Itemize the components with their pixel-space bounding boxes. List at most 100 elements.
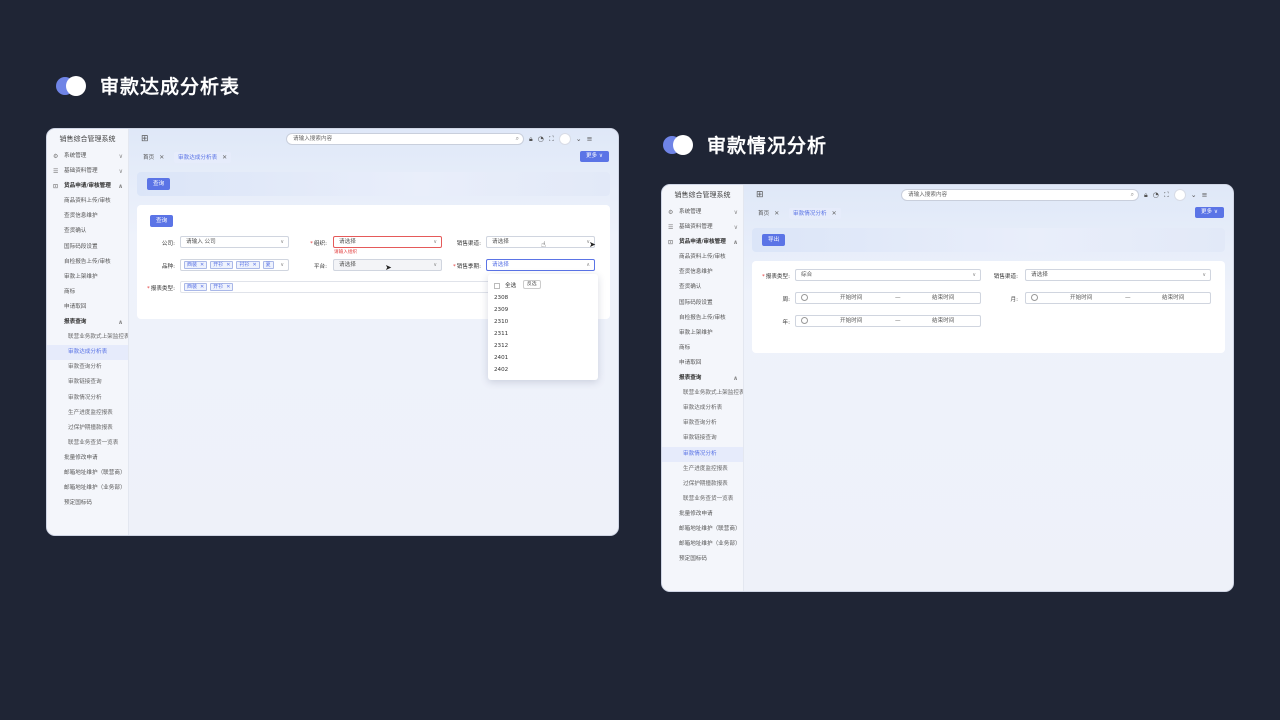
org-select[interactable]: 请选择 ∨ [333,236,442,248]
company-select[interactable]: 请输入 公司 ∨ [180,236,289,248]
bell-icon[interactable]: ◔ [1153,191,1159,199]
apps-grid-icon[interactable]: ⊞ [141,134,149,144]
dropdown-option[interactable]: 2309 [494,307,508,313]
sidebar-item[interactable]: 批量修改申请 [662,507,743,522]
sidebar-item[interactable]: 查货信息维护 [662,265,743,280]
sidebar-item[interactable]: ☰ 基础资料管理 ∨ [47,164,128,179]
sidebar-item[interactable]: 过保护期撞款报表 [47,421,128,436]
sidebar-item[interactable]: 国际码段设置 [47,240,128,255]
sidebar-item[interactable]: ☰ 基础资料管理 ∨ [662,220,743,235]
avatar[interactable] [1173,189,1186,201]
sidebar-item[interactable]: 联营业务款式上架监控表 [47,330,128,345]
search-icon[interactable]: ⌕ [516,134,519,144]
tab-home[interactable]: 首页 ✕ [139,152,168,163]
close-icon[interactable]: ✕ [832,210,837,217]
dropdown-option[interactable]: 2311 [494,331,508,337]
sidebar-item[interactable]: 自检报告上传/审核 [662,311,743,326]
sidebar-item[interactable]: 邮箱地址维护（业务部） [662,537,743,552]
channel-select[interactable]: 请选择 ∨ [1025,269,1211,281]
fullscreen-icon[interactable]: ⛶ [1164,191,1169,200]
dropdown-option[interactable]: 2401 [494,355,508,361]
more-button[interactable]: 更多 ∨ [579,151,609,162]
sidebar-item[interactable]: 查货确认 [47,224,128,239]
close-icon[interactable]: ✕ [774,210,779,217]
sidebar-item[interactable]: 国际码段设置 [662,296,743,311]
fullscreen-icon[interactable]: ⛶ [549,135,554,144]
sidebar-item[interactable]: 审款情况分析 [47,391,128,406]
sidebar-item[interactable]: 审款链接查询 [662,431,743,446]
apps-grid-icon[interactable]: ⊞ [756,190,764,200]
invert-button[interactable]: 反选 [523,280,541,289]
close-icon[interactable]: ✕ [200,284,204,290]
season-select[interactable]: 请选择 ∧ [486,259,595,271]
select-all-option[interactable]: 全选 [494,281,516,289]
sidebar-item[interactable]: 审款链接查询 [47,375,128,390]
sidebar-item[interactable]: 邮箱地址维护（业务部） [47,481,128,496]
sidebar-item[interactable]: ⊡ 货品申请/审核管理 ∧ [47,179,128,194]
lock-icon[interactable]: 🔒︎ [1144,191,1148,200]
tab-active[interactable]: 审款情况分析 ✕ [789,208,841,219]
sidebar-item[interactable]: 联营业务查货一览表 [47,436,128,451]
year-date-range[interactable]: 开始时间 — 结束时间 [795,315,981,327]
sidebar-item[interactable]: 审款上架维护 [662,326,743,341]
search-icon[interactable]: ⌕ [1131,190,1134,200]
sidebar-item[interactable]: 查货信息维护 [47,209,128,224]
report-type-select[interactable]: 综合 ∨ [795,269,981,281]
menu-icon[interactable]: ≡ [1202,191,1208,199]
dropdown-option[interactable]: 2308 [494,295,508,301]
sidebar-item[interactable]: 申请取回 [662,356,743,371]
checkbox[interactable] [494,282,500,289]
more-button[interactable]: 更多 ∨ [1194,207,1224,218]
dropdown-option[interactable]: 2312 [494,343,508,349]
sidebar-item[interactable]: 预定国标码 [662,552,743,567]
sidebar-item[interactable]: 联营业务查货一览表 [662,492,743,507]
sidebar-item[interactable]: 预定国标码 [47,496,128,511]
sidebar-item[interactable]: 商品资料上传/审核 [47,194,128,209]
sidebar-item[interactable]: 报表查询 ∧ [47,315,128,330]
sidebar-item[interactable]: ⚙ 系统管理 ∨ [662,205,743,220]
sidebar-item[interactable]: 查货确认 [662,280,743,295]
menu-icon[interactable]: ≡ [587,135,593,143]
inner-query-button[interactable]: 查询 [150,215,174,227]
sidebar-item[interactable]: 联营业务款式上架监控表 [662,386,743,401]
sidebar-item[interactable]: 审款查询分析 [47,360,128,375]
sidebar-item[interactable]: 邮箱地址维护（联营商） [662,522,743,537]
tab-home[interactable]: 首页 ✕ [754,208,783,219]
sidebar-item[interactable]: 审款达成分析表 [47,345,128,361]
close-icon[interactable]: ✕ [252,262,256,268]
query-button[interactable]: 查询 [147,178,171,190]
sidebar-item[interactable]: ⊡ 货品申请/审核管理 ∧ [662,235,743,250]
lock-icon[interactable]: 🔒︎ [529,135,533,144]
sidebar-item[interactable]: 审款达成分析表 [662,401,743,416]
close-icon[interactable]: ✕ [159,154,164,161]
chevron-down-icon[interactable]: ⌄ [576,135,582,143]
sidebar-item[interactable]: 申请取回 [47,300,128,315]
tab-active[interactable]: 审款达成分析表 ✕ [174,152,232,163]
sidebar-item[interactable]: 过保护期撞款报表 [662,477,743,492]
avatar[interactable] [558,133,571,145]
sidebar-item[interactable]: 生产进度监控报表 [47,406,128,421]
sidebar-item[interactable]: 商标 [662,341,743,356]
sidebar-item[interactable]: 商标 [47,285,128,300]
chevron-down-icon[interactable]: ⌄ [1191,191,1197,199]
sidebar-item[interactable]: ⚙ 系统管理 ∨ [47,149,128,164]
close-icon[interactable]: ✕ [226,284,230,290]
dropdown-option[interactable]: 2310 [494,319,508,325]
sidebar-item[interactable]: 邮箱地址维护（联营商） [47,466,128,481]
sidebar-item[interactable]: 自检报告上传/审核 [47,255,128,270]
month-date-range[interactable]: 开始时间 — 结束时间 [1025,292,1211,304]
export-button[interactable]: 导出 [762,234,786,246]
sidebar-item[interactable]: 批量修改申请 [47,451,128,466]
sidebar-item[interactable]: 报表查询 ∧ [662,371,743,386]
sidebar-item[interactable]: 审款上架维护 [47,270,128,285]
sidebar-item[interactable]: 生产进度监控报表 [662,462,743,477]
sidebar-item[interactable]: 审款情况分析 [662,446,743,462]
week-date-range[interactable]: 开始时间 — 结束时间 [795,292,981,304]
sidebar-item[interactable]: 商品资料上传/审核 [662,250,743,265]
close-icon[interactable]: ✕ [200,262,204,268]
variety-select[interactable]: 西装 ✕ 开衫 ✕ 衬衫 ✕ 夏 ∨ [180,259,289,271]
dropdown-option[interactable]: 2402 [494,367,508,373]
sidebar-item[interactable]: 审款查询分析 [662,416,743,431]
close-icon[interactable]: ✕ [222,154,227,161]
search-input[interactable]: 请输入搜索内容 ⌕ [901,189,1139,201]
